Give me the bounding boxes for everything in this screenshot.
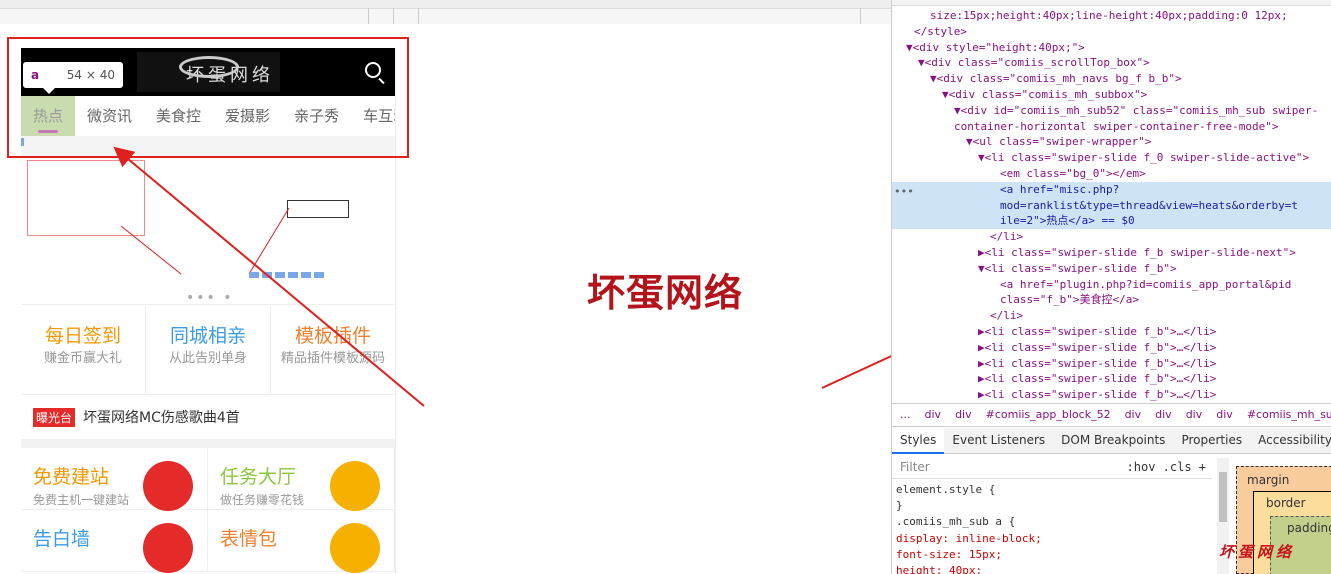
breadcrumb-item[interactable]: #comiis_mh_sub52 (1247, 408, 1331, 421)
breadcrumb-item[interactable]: ... (900, 408, 911, 421)
quick-link-sub: 精品插件模板源码 (280, 351, 385, 366)
quick-link-sub: 赚金币赢大礼 (43, 351, 122, 366)
dom-node-line[interactable]: ▼<div id="comiis_mh_sub52" class="comiis… (892, 103, 1331, 119)
feature-icon (330, 523, 380, 573)
dom-node-line[interactable]: ▶<li class="swiper-slide f_b">…</li> (892, 324, 1331, 340)
news-text[interactable]: 坏蛋网络MC伤感歌曲4首 (83, 407, 240, 427)
dom-node-line[interactable]: container-horizontal swiper-container-fr… (892, 119, 1331, 135)
slide-pagination[interactable]: ••• • (186, 290, 233, 306)
news-ticker[interactable]: 曝光台 坏蛋网络MC伤感歌曲4首 (21, 395, 395, 448)
filter-controls[interactable]: :hov .cls + (1127, 455, 1206, 479)
dom-node-line[interactable]: ▼<li class="swiper-slide f_b"> (892, 261, 1331, 277)
dom-node-line[interactable]: </li> (892, 229, 1331, 245)
feature-cell-3[interactable]: 表情包 (208, 510, 395, 573)
dom-node-line[interactable]: <a href="misc.php? (892, 181, 1331, 198)
css-line: font-size: 15px; (896, 547, 1002, 561)
devtools-panel: size:15px;height:40px;line-height:40px;p… (891, 0, 1331, 574)
banner-arrows (120, 207, 290, 275)
breadcrumb-item[interactable]: div (1155, 408, 1172, 421)
tab-accessibility[interactable]: Accessibility (1250, 428, 1331, 452)
feature-icon (330, 461, 380, 511)
quick-link-2[interactable]: 模板插件精品插件模板源码 (271, 305, 395, 394)
breadcrumb-item[interactable]: div (925, 408, 942, 421)
device-toolbar-ruler (0, 0, 891, 24)
tab-event-listeners[interactable]: Event Listeners (944, 428, 1053, 452)
dom-node-line[interactable]: ▶<li class="swiper-slide f_b">…</li> (892, 371, 1331, 387)
dom-node-line[interactable]: <a href="plugin.php?id=comiis_app_portal… (892, 277, 1331, 293)
dom-node-line[interactable]: ▼<div style="height:40px;"> (892, 40, 1331, 56)
tab-dom-breakpoints[interactable]: DOM Breakpoints (1053, 428, 1173, 452)
dom-breadcrumb: ... div div #comiis_app_block_52 div div div di… (892, 403, 1331, 427)
dom-node-line[interactable]: ▶<li class="swiper-slide f_b">…</li> (892, 340, 1331, 356)
breadcrumb-item[interactable]: div (1216, 408, 1233, 421)
dom-node-line[interactable]: mod=ranklist&type=thread&view=heats&orde… (892, 197, 1331, 214)
breadcrumb-item[interactable]: div (1186, 408, 1203, 421)
dom-node-line[interactable]: ▼<div class="comiis_mh_subbox"> (892, 87, 1331, 103)
breadcrumb-item[interactable]: #comiis_app_block_52 (986, 408, 1111, 421)
feature-icon (143, 461, 193, 511)
dom-node-line[interactable]: ▼<div class="comiis_mh_navs bg_f b_b"> (892, 71, 1331, 87)
tab-properties[interactable]: Properties (1173, 428, 1250, 452)
css-line: display: inline-block; (896, 531, 1042, 545)
quick-link-0[interactable]: 每日签到赚金币赢大礼 (21, 305, 146, 394)
quick-links: 每日签到 赚金币赢大礼 同城相亲 从此告别单身 模板插件 精品插件模板源码 (21, 305, 395, 395)
quick-link-1[interactable]: 同城相亲从此告别单身 (146, 305, 271, 394)
css-line: element.style { (896, 483, 996, 496)
css-line: .comiis_mh_sub a { (896, 515, 1016, 529)
devtools-tabs: Styles Event Listeners DOM Breakpoints Prop… (892, 428, 1331, 454)
dom-node-line[interactable]: class="f_b">美食控</a> (892, 292, 1331, 308)
dom-node-line[interactable]: </li> (892, 308, 1331, 324)
feature-icon (143, 523, 193, 573)
css-line: } (896, 499, 903, 513)
feature-cell-2[interactable]: 告白墙 (21, 510, 208, 573)
dom-node-line[interactable]: ▼<div class="comiis_scrollTop_box"> (892, 55, 1331, 71)
dom-node-line[interactable]: ▶<li class="swiper-slide f_b">…</li> (892, 356, 1331, 372)
feature-cell-1[interactable]: 任务大厅 做任务赚零花钱 (208, 448, 395, 511)
quick-link-sub: 从此告别单身 (168, 351, 247, 366)
quick-link-title: 每日签到 (44, 325, 121, 347)
banner-slide[interactable]: ••• • (21, 148, 395, 306)
screenshot-stage: 坏蛋网络 a54 × 40 热点微资讯美食控爱摄影亲子秀车互动 ••• • 每日… (0, 0, 1331, 574)
feature-cell-0[interactable]: 免费建站 免费主机一键建站 (21, 448, 208, 511)
breadcrumb-item[interactable]: div (1125, 408, 1142, 421)
css-line: height: 40px; (896, 564, 983, 574)
styles-filter[interactable]: Filter :hov .cls + (892, 455, 1212, 479)
feature-grid: 免费建站 免费主机一键建站 任务大厅 做任务赚零花钱 告白墙 表情包 (21, 448, 395, 573)
watermark: 坏蛋网络 (1219, 543, 1296, 561)
quick-link-title: 模板插件 (294, 325, 371, 347)
dom-node-line[interactable]: </style> (892, 24, 1331, 40)
dom-node-line[interactable]: ▶<li class="swiper-slide f_b">…</li> (892, 387, 1331, 403)
dom-node-line[interactable]: ▼<li class="swiper-slide f_0 swiper-slid… (892, 150, 1331, 166)
ellipsis-menu[interactable]: ••• (894, 184, 914, 200)
dom-node-line[interactable]: ile=2">热点</a> == $0 (892, 213, 1331, 230)
quick-link-title: 同城相亲 (169, 325, 246, 347)
dom-node-line[interactable]: ▼<ul class="swiper-wrapper"> (892, 134, 1331, 150)
tab-styles[interactable]: Styles (892, 428, 945, 454)
filter-input[interactable]: Filter (900, 460, 930, 474)
dom-node-line[interactable]: <em class="bg_0"></em> (892, 166, 1331, 182)
center-title: 坏蛋网络 (587, 270, 744, 315)
dom-node-line[interactable]: ▶<li class="swiper-slide f_b swiper-slid… (892, 245, 1331, 261)
news-tag: 曝光台 (33, 407, 76, 427)
dom-node-line[interactable]: size:15px;height:40px;line-height:40px;p… (892, 8, 1331, 24)
breadcrumb-item[interactable]: div (955, 408, 972, 421)
annotation-box-nav (7, 37, 409, 158)
banner-share-icons (249, 272, 369, 280)
